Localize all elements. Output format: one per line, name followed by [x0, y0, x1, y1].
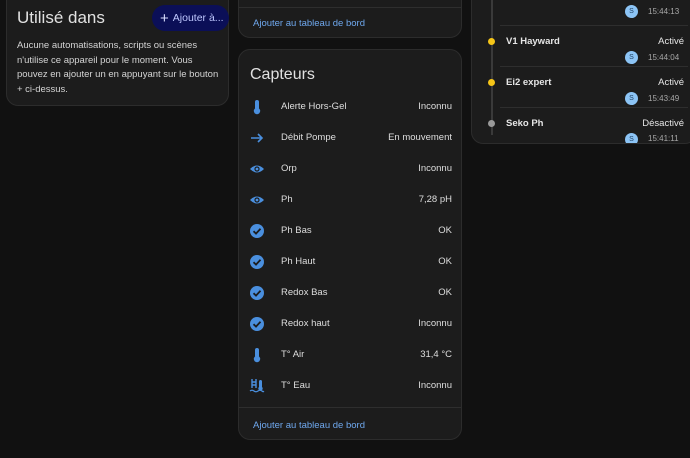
thermometer-icon	[249, 99, 265, 115]
log-entity-name: V1 Hayward	[506, 36, 560, 47]
sensor-value: Inconnu	[418, 101, 452, 112]
sensor-row-redox-haut[interactable]: Redox haut Inconnu	[239, 308, 463, 339]
sensor-row-orp[interactable]: Orp Inconnu	[239, 153, 463, 184]
user-avatar: S	[625, 133, 638, 143]
sensor-row-t-air[interactable]: T° Air 31,4 °C	[239, 339, 463, 370]
log-state: Désactivé	[642, 118, 684, 129]
used-in-description: Aucune automatisations, scripts ou scène…	[17, 40, 219, 95]
sensor-name: T° Air	[281, 349, 305, 360]
status-dot-on	[488, 38, 495, 45]
arrow-right-icon	[249, 130, 265, 146]
sensor-value: 7,28 pH	[418, 194, 452, 205]
check-circle-icon	[249, 285, 265, 301]
add-to-dashboard-link[interactable]: Ajouter au tableau de bord	[253, 420, 365, 431]
sensor-name: T° Eau	[281, 380, 311, 391]
log-time: 15:43:49	[648, 94, 680, 103]
sensor-row-t-eau[interactable]: T° Eau Inconnu	[239, 370, 463, 401]
divider	[500, 107, 688, 108]
sensor-row-debit-pompe[interactable]: Débit Pompe En mouvement	[239, 122, 463, 153]
log-time: 15:44:04	[648, 53, 680, 62]
sensor-row-ph[interactable]: Ph 7,28 pH	[239, 184, 463, 215]
add-to-button-label: Ajouter à...	[172, 12, 224, 24]
check-circle-icon	[249, 316, 265, 332]
divider	[500, 25, 688, 26]
log-entry[interactable]: Seko Ph Désactivé S 15:41:11	[472, 109, 690, 143]
eye-icon	[249, 192, 265, 208]
controls-card: Ajouter au tableau de bord	[238, 0, 462, 38]
sensor-name: Redox haut	[281, 318, 330, 329]
user-avatar: S	[625, 92, 638, 105]
check-circle-icon	[249, 254, 265, 270]
user-avatar: S	[625, 51, 638, 64]
sensor-name: Alerte Hors-Gel	[281, 101, 347, 112]
sensor-value: Inconnu	[418, 163, 452, 174]
add-to-dashboard-link[interactable]: Ajouter au tableau de bord	[253, 18, 365, 29]
status-dot-off	[488, 120, 495, 127]
status-dot-on	[488, 79, 495, 86]
log-time: 15:44:13	[648, 7, 680, 16]
log-entry[interactable]: V1 Hayward Activé S 15:44:04	[472, 27, 690, 67]
sensor-value: OK	[438, 256, 452, 267]
used-in-title: Utilisé dans	[17, 8, 105, 27]
sensor-value: Inconnu	[418, 318, 452, 329]
check-circle-icon	[249, 223, 265, 239]
pool-thermometer-icon	[249, 378, 265, 394]
sensor-row-ph-bas[interactable]: Ph Bas OK	[239, 215, 463, 246]
sensor-value: 31,4 °C	[420, 349, 452, 360]
plus-icon: +	[160, 9, 169, 27]
log-entity-name: Ei2 expert	[506, 77, 552, 88]
thermometer-icon	[249, 347, 265, 363]
sensor-name: Débit Pompe	[281, 132, 336, 143]
sensor-name: Redox Bas	[281, 287, 328, 298]
add-to-button[interactable]: + Ajouter à...	[152, 5, 229, 31]
sensor-value: OK	[438, 225, 452, 236]
sensor-row-ph-haut[interactable]: Ph Haut OK	[239, 246, 463, 277]
sensor-name: Ph Haut	[281, 256, 316, 267]
sensor-name: Ph	[281, 194, 293, 205]
sensor-value: Inconnu	[418, 380, 452, 391]
divider	[239, 7, 461, 8]
sensor-row-alerte-hors-gel[interactable]: Alerte Hors-Gel Inconnu	[239, 91, 463, 122]
sensor-row-redox-bas[interactable]: Redox Bas OK	[239, 277, 463, 308]
log-entity-name: Seko Ph	[506, 118, 544, 129]
eye-icon	[249, 161, 265, 177]
sensor-name: Ph Bas	[281, 225, 312, 236]
sensors-card: Capteurs Alerte Hors-Gel Inconnu Débit P…	[238, 49, 462, 440]
used-in-card: Utilisé dans + Ajouter à... Aucune autom…	[6, 0, 229, 106]
user-avatar: S	[625, 5, 638, 18]
log-time: 15:41:11	[648, 134, 679, 143]
logbook-card: S 15:44:13 V1 Hayward Activé S 15:44:04 …	[471, 0, 690, 144]
divider	[239, 407, 461, 408]
log-state: Activé	[658, 77, 684, 88]
sensors-title: Capteurs	[250, 66, 315, 83]
sensor-value: OK	[438, 287, 452, 298]
log-state: Activé	[658, 36, 684, 47]
log-entry[interactable]: Ei2 expert Activé S 15:43:49	[472, 68, 690, 108]
divider	[500, 66, 688, 67]
sensor-value: En mouvement	[388, 132, 452, 143]
sensor-name: Orp	[281, 163, 297, 174]
